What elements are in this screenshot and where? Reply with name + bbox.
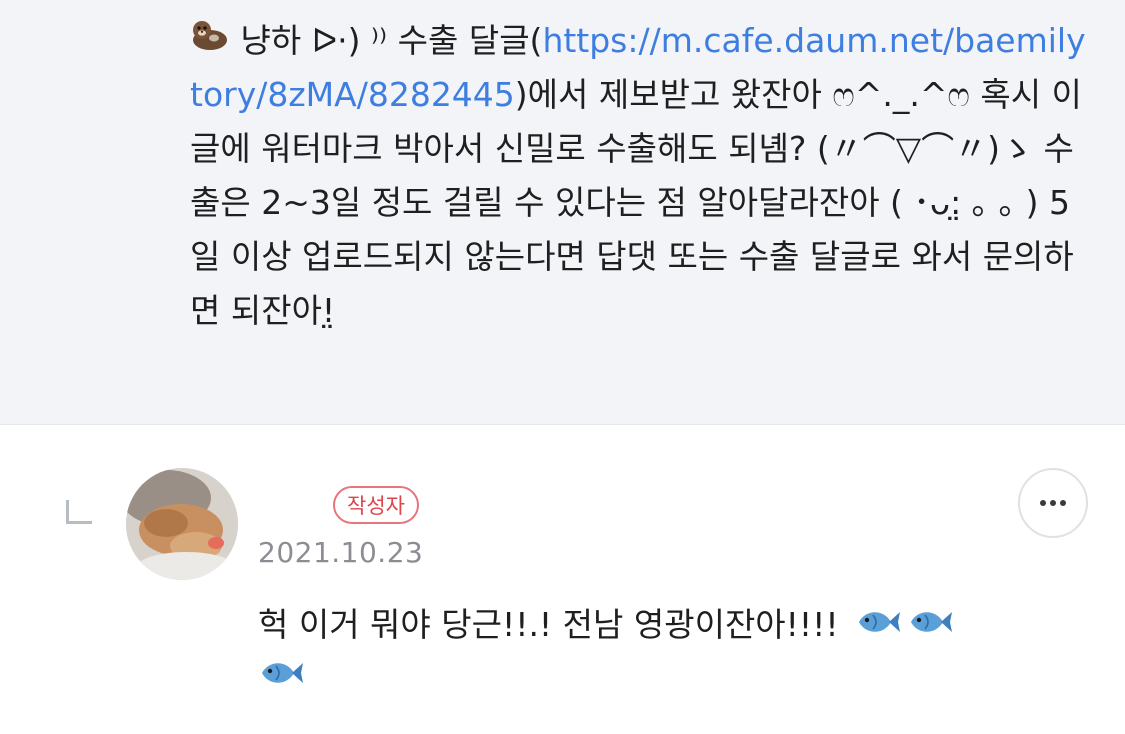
reply-comment-text: 헉 이거 뭐야 당근!!.! 전남 영광이잔아!!!! xyxy=(258,600,1078,703)
fish-icon xyxy=(258,653,304,703)
author-name[interactable] xyxy=(258,490,328,524)
otter-icon xyxy=(190,18,230,58)
more-dot-icon xyxy=(1040,500,1046,506)
parent-comment-text: 냥하 ᐅ·) ⁾⁾ 수출 달글(https://m.cafe.daum.net/… xyxy=(190,14,1090,338)
avatar[interactable] xyxy=(126,468,238,580)
author-badge: 작성자 xyxy=(333,486,419,524)
more-options-button[interactable] xyxy=(1018,468,1088,538)
comment-thread: 냥하 ᐅ·) ⁾⁾ 수출 달글(https://m.cafe.daum.net/… xyxy=(0,0,1125,734)
reply-indicator-icon xyxy=(66,500,92,524)
comment-date: 2021.10.23 xyxy=(258,536,424,569)
more-dot-icon xyxy=(1050,500,1056,506)
fish-icon xyxy=(907,602,953,652)
fish-icon xyxy=(855,602,901,652)
more-dot-icon xyxy=(1060,500,1066,506)
parent-comment: 냥하 ᐅ·) ⁾⁾ 수출 달글(https://m.cafe.daum.net/… xyxy=(0,0,1125,425)
reply-text: 헉 이거 뭐야 당근!!.! 전남 영광이잔아!!!! xyxy=(258,605,839,644)
parent-text-start: 냥하 ᐅ·) ⁾⁾ 수출 달글( xyxy=(230,21,543,60)
